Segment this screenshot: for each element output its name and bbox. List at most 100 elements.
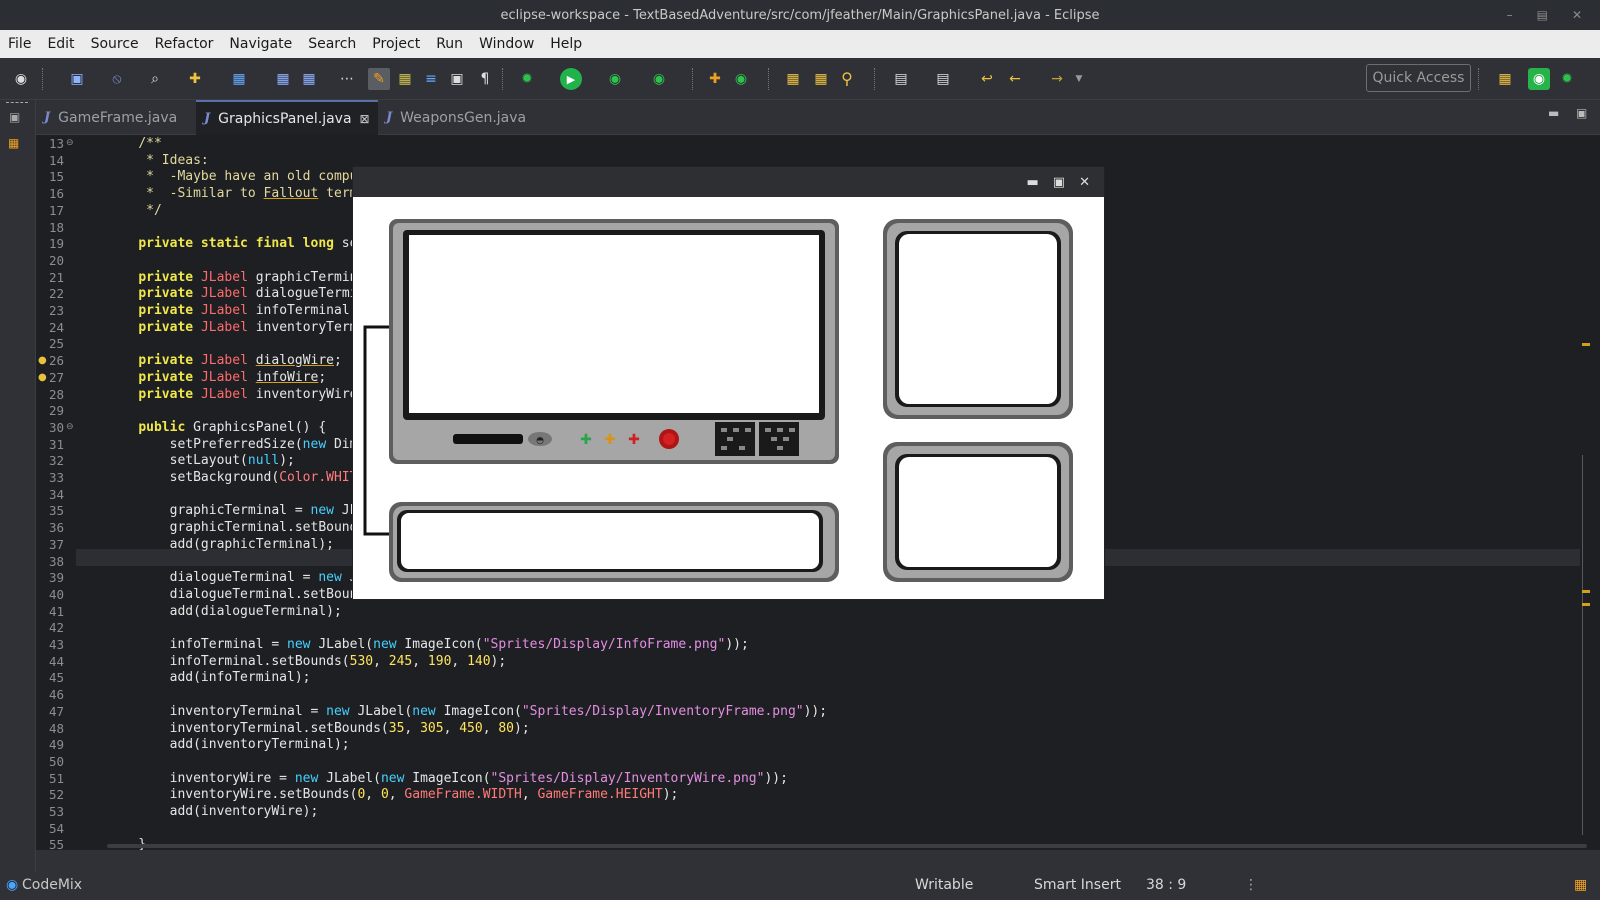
maximize-editor-icon[interactable]: ▣ bbox=[1576, 106, 1587, 120]
code-line[interactable]: * -Similar to Fallout termina bbox=[107, 185, 381, 202]
code-line[interactable]: add(dialogueTerminal); bbox=[107, 603, 342, 620]
tab-graphicspanel[interactable]: J GraphicsPanel.java ⊠ bbox=[196, 100, 378, 135]
code-line[interactable]: */ bbox=[107, 202, 162, 219]
codemix-perspective-icon[interactable]: ◉ bbox=[1528, 68, 1550, 90]
code-line[interactable]: private JLabel infoTerminal; bbox=[107, 302, 357, 319]
overview-marker[interactable] bbox=[1582, 603, 1590, 606]
code-line[interactable]: private JLabel inventoryWire; bbox=[107, 386, 365, 403]
debug-perspective-icon[interactable]: ✹ bbox=[1556, 68, 1578, 90]
code-line[interactable]: private JLabel dialogueTermina bbox=[107, 285, 373, 302]
menu-edit[interactable]: Edit bbox=[39, 36, 82, 52]
fold-toggle-icon[interactable]: ⊖ bbox=[66, 135, 74, 152]
warning-bulb-icon[interactable]: ● bbox=[38, 369, 47, 386]
coverage-icon[interactable]: ◉ bbox=[604, 68, 626, 90]
code-line[interactable]: inventoryTerminal.setBounds(35, 305, 450… bbox=[107, 720, 530, 737]
code-line[interactable]: private JLabel graphicTerminal bbox=[107, 269, 373, 286]
new-window-icon[interactable]: ▣ bbox=[66, 68, 88, 90]
code-line[interactable]: setBackground(Color.WHITE) bbox=[107, 469, 374, 486]
codemix-icon[interactable]: ◉ bbox=[6, 877, 18, 893]
menu-window[interactable]: Window bbox=[471, 36, 542, 52]
menu-run[interactable]: Run bbox=[428, 36, 471, 52]
tab-gameframe[interactable]: J GameFrame.java bbox=[40, 100, 189, 135]
code-line[interactable]: inventoryTerminal = new JLabel(new Image… bbox=[107, 703, 827, 720]
rss-icon[interactable]: ▦ bbox=[1574, 877, 1587, 893]
menu-navigate[interactable]: Navigate bbox=[221, 36, 300, 52]
app-window-titlebar[interactable]: ▬ ▣ ✕ bbox=[353, 167, 1104, 197]
code-line[interactable]: add(infoTerminal); bbox=[107, 669, 311, 686]
code-line[interactable]: graphicTerminal.setBounds(3 bbox=[107, 519, 381, 536]
new-java-project-icon[interactable]: ✚ bbox=[704, 68, 726, 90]
word-wrap-icon[interactable]: ≡ bbox=[420, 68, 442, 90]
code-line[interactable]: private JLabel infoWire; bbox=[107, 369, 326, 386]
app-minimize-icon[interactable]: ▬ bbox=[1027, 175, 1039, 190]
back-icon[interactable]: ← bbox=[1004, 68, 1026, 90]
new-class-icon[interactable]: ◉ bbox=[730, 68, 752, 90]
code-line[interactable]: private JLabel dialogWire; bbox=[107, 352, 342, 369]
forward-icon[interactable]: → bbox=[1046, 68, 1068, 90]
open-task-icon[interactable]: ▦ bbox=[810, 68, 832, 90]
code-line[interactable]: private JLabel inventoryTermina bbox=[107, 319, 381, 336]
minimize-editor-icon[interactable]: ▬ bbox=[1548, 106, 1559, 120]
codemix-label[interactable]: CodeMix bbox=[22, 877, 82, 893]
code-line[interactable]: dialogueTerminal = new JLa bbox=[107, 569, 374, 586]
block-select-icon[interactable]: ▣ bbox=[446, 68, 468, 90]
close-tab-icon[interactable]: ⊠ bbox=[360, 112, 370, 126]
user-icon[interactable]: ◉ bbox=[10, 68, 32, 90]
code-line[interactable]: inventoryWire.setBounds(0, 0, GameFrame.… bbox=[107, 786, 679, 803]
fold-toggle-icon[interactable]: ⊖ bbox=[66, 419, 74, 436]
vertical-scrollbar[interactable] bbox=[1580, 135, 1600, 850]
menu-file[interactable]: File bbox=[0, 36, 39, 52]
code-line[interactable]: public GraphicsPanel() { bbox=[107, 419, 326, 436]
overview-marker[interactable] bbox=[1582, 590, 1590, 593]
overview-marker[interactable] bbox=[1582, 343, 1590, 346]
package-explorer-icon[interactable]: ▦ bbox=[8, 136, 19, 150]
minimize-icon[interactable]: – bbox=[1507, 8, 1513, 22]
menu-help[interactable]: Help bbox=[542, 36, 590, 52]
code-line[interactable]: add(inventoryWire); bbox=[107, 803, 319, 820]
code-line[interactable]: infoTerminal.setBounds(530, 245, 190, 14… bbox=[107, 653, 507, 670]
mark-occurrences-icon[interactable]: ✎ bbox=[368, 68, 390, 90]
menu-source[interactable]: Source bbox=[83, 36, 147, 52]
run-icon[interactable]: ▶ bbox=[560, 68, 582, 90]
open-perspective-icon[interactable]: ▦ bbox=[1494, 68, 1516, 90]
code-line[interactable]: setLayout(null); bbox=[107, 452, 295, 469]
horizontal-scrollbar[interactable] bbox=[107, 844, 1587, 848]
debug-icon[interactable]: ✹ bbox=[516, 68, 538, 90]
menu-search[interactable]: Search bbox=[300, 36, 364, 52]
open-type-icon[interactable]: ▦ bbox=[782, 68, 804, 90]
code-line[interactable]: inventoryWire = new JLabel(new ImageIcon… bbox=[107, 770, 788, 787]
quick-access-input[interactable]: Quick Access bbox=[1366, 64, 1471, 92]
chevron-down-icon[interactable]: ▼ bbox=[1068, 68, 1090, 90]
save-all-icon[interactable]: ▦ bbox=[298, 68, 320, 90]
menu-project[interactable]: Project bbox=[364, 36, 428, 52]
code-line[interactable]: graphicTerminal = new JLabe bbox=[107, 502, 381, 519]
code-line[interactable]: infoTerminal = new JLabel(new ImageIcon(… bbox=[107, 636, 749, 653]
external-tools-icon[interactable]: ◉ bbox=[648, 68, 670, 90]
terminate-icon[interactable]: ⌕ bbox=[144, 68, 166, 90]
code-line[interactable]: add(graphicTerminal); bbox=[107, 536, 334, 553]
show-whitespace-icon[interactable]: ¶ bbox=[474, 68, 496, 90]
new-icon[interactable]: ✚ bbox=[184, 68, 206, 90]
new-package-icon[interactable]: ▦ bbox=[228, 68, 250, 90]
code-line[interactable]: * Ideas: bbox=[107, 152, 209, 169]
search-icon[interactable]: ⚲ bbox=[836, 68, 858, 90]
code-line[interactable]: private static final long seria bbox=[107, 235, 381, 252]
last-edit-location-icon[interactable]: ↩ bbox=[976, 68, 998, 90]
annotation-prev-icon[interactable]: ▤ bbox=[932, 68, 954, 90]
save-icon[interactable]: ▦ bbox=[272, 68, 294, 90]
skip-breakpoints-icon[interactable]: ⦸ bbox=[106, 68, 128, 90]
menu-refactor[interactable]: Refactor bbox=[147, 36, 222, 52]
trim-handle[interactable] bbox=[6, 102, 28, 104]
warning-bulb-icon[interactable]: ● bbox=[38, 352, 47, 369]
tab-weaponsgen[interactable]: J WeaponsGen.java bbox=[376, 100, 536, 135]
close-icon[interactable]: ✕ bbox=[1572, 8, 1582, 22]
maximize-icon[interactable]: ▤ bbox=[1537, 8, 1548, 22]
app-close-icon[interactable]: ✕ bbox=[1079, 175, 1090, 190]
scroll-thumb[interactable] bbox=[1582, 455, 1583, 835]
code-line[interactable]: /** bbox=[107, 135, 161, 152]
code-line[interactable]: add(inventoryTerminal); bbox=[107, 736, 350, 753]
toggle-block-selection-icon[interactable]: ▦ bbox=[394, 68, 416, 90]
code-line[interactable]: setPreferredSize(new Dimens bbox=[107, 436, 381, 453]
code-line[interactable]: * -Maybe have an old computer bbox=[107, 168, 381, 185]
annotation-next-icon[interactable]: ▤ bbox=[890, 68, 912, 90]
